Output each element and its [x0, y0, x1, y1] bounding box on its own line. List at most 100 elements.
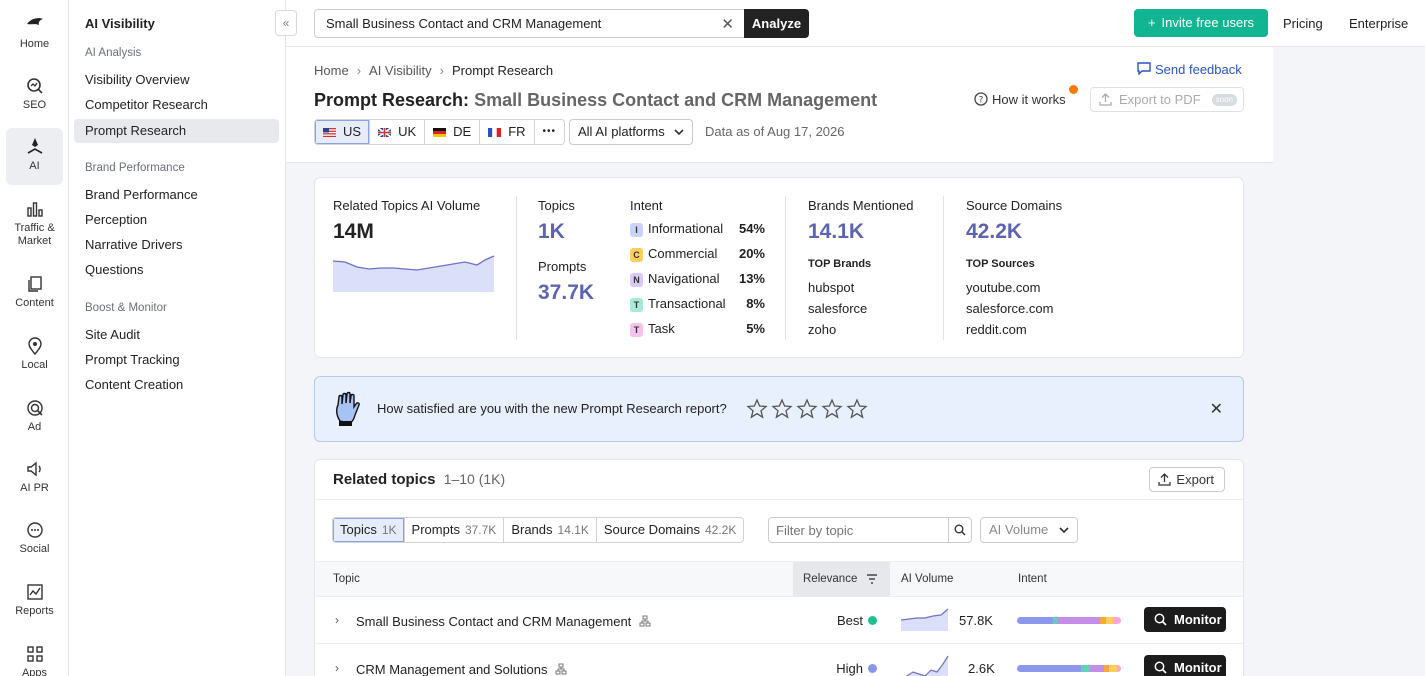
filter-search-button[interactable] — [948, 517, 972, 543]
column-relevance[interactable]: Relevance — [803, 573, 857, 585]
table-row[interactable]: › CRM Management and Solutions High 2.6K… — [315, 645, 1243, 676]
table-row[interactable]: › Small Business Contact and CRM Managem… — [315, 597, 1243, 644]
relevance-text: Best — [836, 613, 863, 628]
sidebar-item-content-creation[interactable]: Content Creation — [74, 373, 279, 397]
domains-value[interactable]: 42.2K — [966, 220, 1022, 244]
reports-icon — [26, 584, 43, 600]
country-us[interactable]: US — [315, 120, 371, 144]
analyze-button[interactable]: Analyze — [744, 9, 809, 38]
sidebar-item-narrative-drivers[interactable]: Narrative Drivers — [74, 233, 279, 257]
monitor-button[interactable]: Monitor — [1144, 607, 1226, 632]
rail-home[interactable]: Home — [6, 15, 63, 50]
export-pdf-button[interactable]: Export to PDF soon — [1090, 87, 1244, 112]
sidebar-item-visibility-overview[interactable]: Visibility Overview — [74, 68, 279, 92]
rail-social[interactable]: Social — [6, 520, 63, 555]
enterprise-link[interactable]: Enterprise — [1349, 16, 1408, 31]
intent-badge: N — [630, 273, 643, 287]
ai-platforms-select[interactable]: All AI platforms — [569, 119, 693, 145]
country-fr[interactable]: FR — [480, 120, 535, 144]
rail-label: Ad — [27, 421, 42, 433]
tab-prompts[interactable]: Prompts 37.7K — [405, 518, 505, 542]
sidebar-item-prompt-research[interactable]: Prompt Research — [74, 119, 279, 143]
rail-ai-pr[interactable]: AI PR — [6, 459, 63, 494]
sidebar-item-site-audit[interactable]: Site Audit — [74, 323, 279, 347]
monitor-label: Monitor — [1174, 612, 1222, 627]
expand-chevron-icon[interactable]: › — [335, 661, 339, 675]
rail-ad[interactable]: Ad — [6, 398, 63, 433]
pricing-link[interactable]: Pricing — [1283, 16, 1323, 31]
more-icon: ••• — [542, 126, 557, 137]
send-feedback-link[interactable]: Send feedback — [1137, 62, 1242, 77]
sidebar-title: AI Visibility — [85, 16, 155, 31]
volume-sparkline — [333, 255, 495, 292]
star-5-icon[interactable] — [846, 398, 868, 420]
filter-topic-input[interactable] — [776, 523, 936, 538]
ai-volume-select[interactable]: AI Volume — [980, 517, 1078, 543]
tab-count: 37.7K — [464, 523, 497, 537]
column-intent[interactable]: Intent — [1018, 573, 1047, 585]
rail-seo[interactable]: SEO — [6, 76, 63, 111]
rail-traffic[interactable]: Traffic & Market — [6, 199, 63, 248]
breadcrumb-home[interactable]: Home — [314, 63, 349, 78]
star-1-icon[interactable] — [746, 398, 768, 420]
rail-local[interactable]: Local — [6, 336, 63, 371]
tab-label: Source Domains — [603, 522, 700, 537]
prompts-value[interactable]: 37.7K — [538, 281, 594, 305]
hierarchy-icon — [639, 615, 651, 627]
star-3-icon[interactable] — [796, 398, 818, 420]
breadcrumb-ai-visibility[interactable]: AI Visibility — [369, 63, 432, 78]
top-source[interactable]: salesforce.com — [966, 301, 1053, 316]
topics-label: Topics — [538, 198, 575, 213]
country-code: US — [343, 124, 362, 139]
chevron-right-icon: › — [356, 63, 362, 78]
more-countries-button[interactable]: ••• — [534, 120, 565, 144]
rail-reports[interactable]: Reports — [6, 582, 63, 617]
topics-value[interactable]: 1K — [538, 220, 565, 244]
sidebar-item-perception[interactable]: Perception — [74, 208, 279, 232]
country-uk[interactable]: UK — [370, 120, 426, 144]
rail-label: Content — [15, 297, 54, 309]
star-2-icon[interactable] — [771, 398, 793, 420]
tab-topics[interactable]: Topics 1K — [333, 518, 405, 542]
ai-volume-label: AI Volume — [989, 522, 1049, 537]
topic-name[interactable]: Small Business Contact and CRM Managemen… — [356, 614, 651, 629]
column-ai-volume[interactable]: AI Volume — [901, 573, 953, 585]
export-button[interactable]: Export — [1149, 467, 1225, 492]
top-source[interactable]: youtube.com — [966, 280, 1040, 295]
country-de[interactable]: DE — [425, 120, 481, 144]
sort-icon[interactable] — [866, 574, 878, 584]
monitor-button[interactable]: Monitor — [1144, 655, 1226, 676]
invite-users-button[interactable]: + Invite free users — [1134, 9, 1268, 37]
collapse-sidebar-button[interactable]: « — [275, 10, 297, 36]
close-banner-icon[interactable]: ✕ — [1210, 399, 1223, 419]
topic-name[interactable]: CRM Management and Solutions — [356, 662, 567, 676]
sidebar-item-questions[interactable]: Questions — [74, 258, 279, 282]
search-input[interactable] — [326, 16, 706, 31]
page-title: Prompt Research: Small Business Contact … — [314, 90, 877, 111]
country-code: UK — [398, 124, 417, 139]
intent-badge: I — [630, 223, 643, 237]
top-brand[interactable]: salesforce — [808, 301, 867, 316]
intent-name: Informational — [648, 221, 724, 236]
brands-value[interactable]: 14.1K — [808, 220, 864, 244]
column-topic[interactable]: Topic — [333, 573, 360, 585]
star-4-icon[interactable] — [821, 398, 843, 420]
tab-brands[interactable]: Brands 14.1K — [504, 518, 597, 542]
sidebar-item-prompt-tracking[interactable]: Prompt Tracking — [74, 348, 279, 372]
sidebar-item-brand-performance[interactable]: Brand Performance — [74, 183, 279, 207]
fr-flag-icon — [488, 127, 502, 137]
rail-ai[interactable]: AI — [6, 128, 63, 185]
how-it-works-button[interactable]: ? How it works — [974, 85, 1078, 107]
rail-apps[interactable]: Apps — [6, 644, 63, 676]
intent-pct: 5% — [746, 321, 765, 336]
tab-source-domains[interactable]: Source Domains 42.2K — [597, 518, 743, 542]
rail-content[interactable]: Content — [6, 274, 63, 309]
expand-chevron-icon[interactable]: › — [335, 613, 339, 627]
top-brand[interactable]: zoho — [808, 322, 836, 337]
intent-commercial: C Commercial 20% — [630, 246, 765, 266]
social-icon — [26, 522, 43, 538]
sidebar-item-competitor-research[interactable]: Competitor Research — [74, 93, 279, 117]
clear-search-icon[interactable]: ✕ — [721, 15, 734, 33]
top-source[interactable]: reddit.com — [966, 322, 1027, 337]
top-brand[interactable]: hubspot — [808, 280, 854, 295]
